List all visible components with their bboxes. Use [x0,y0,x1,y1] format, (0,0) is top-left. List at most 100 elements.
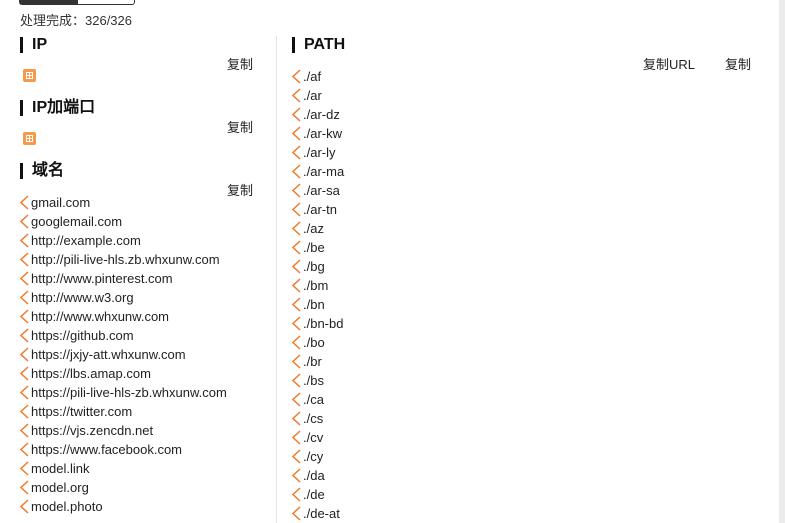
list-item[interactable]: https://lbs.amap.com [19,364,227,383]
chevron-left-icon [291,354,303,369]
chevron-left-icon [291,411,303,426]
chevron-left-icon [19,442,31,457]
list-item[interactable]: ./ar-tn [291,200,344,219]
chevron-left-icon [291,278,303,293]
list-item-label: ./be [303,240,325,255]
list-item-label: ./cs [303,411,324,426]
list-item[interactable]: ./bm [291,276,344,295]
list-item-label: http://www.whxunw.com [31,309,169,324]
list-item[interactable]: https://vjs.zencdn.net [19,421,227,440]
list-item-label: ./bn-bd [303,316,344,331]
empty-data-icon [23,132,36,145]
chevron-left-icon [291,126,303,141]
chevron-left-icon [291,335,303,350]
copy-path-button[interactable]: 复制 [725,54,751,73]
list-item-label: ./bn [303,297,325,312]
list-item-label: ./cv [303,430,324,445]
list-item[interactable]: ./de [291,485,344,504]
list-item[interactable]: gmail.com [19,193,227,212]
list-item[interactable]: ./cs [291,409,344,428]
list-item[interactable]: ./ar-kw [291,124,344,143]
chevron-left-icon [19,290,31,305]
list-item-label: ./af [303,69,322,84]
list-item[interactable]: ./bn [291,295,344,314]
section-title-ip: IP [20,37,47,53]
list-item[interactable]: ./ar-ly [291,143,344,162]
list-item-label: googlemail.com [31,214,123,229]
list-item-label: ./az [303,221,324,236]
chevron-left-icon [291,221,303,236]
tab-indicator [19,0,135,5]
processing-status: 处理完成：326/326 [20,13,132,28]
list-item[interactable]: ./de-at [291,504,344,523]
list-item[interactable]: ./ar-ma [291,162,344,181]
list-item[interactable]: ./da [291,466,344,485]
list-item[interactable]: ./be [291,238,344,257]
list-item[interactable]: http://example.com [19,231,227,250]
chevron-left-icon [19,233,31,248]
empty-data-icon [23,69,36,82]
list-item-label: https://lbs.amap.com [31,366,151,381]
list-item[interactable]: ./br [291,352,344,371]
chevron-left-icon [291,145,303,160]
section-title-ip-port: IP加端口 [20,100,95,116]
list-item-label: https://github.com [31,328,134,343]
list-item-label: ./ca [303,392,324,407]
list-item-label: https://www.facebook.com [31,442,183,457]
list-item[interactable]: model.org [19,478,227,497]
list-item[interactable]: model.photo [19,497,227,516]
chevron-left-icon [291,88,303,103]
list-item[interactable]: ./ar [291,86,344,105]
copy-ip-button[interactable]: 复制 [227,54,253,73]
list-item[interactable]: ./af [291,67,344,86]
list-item-label: ./ar-kw [303,126,342,141]
list-item[interactable]: ./cy [291,447,344,466]
list-item[interactable]: ./ar-sa [291,181,344,200]
list-item-label: model.photo [31,499,103,514]
list-item[interactable]: ./bs [291,371,344,390]
list-item[interactable]: model.link [19,459,227,478]
copy-ip-port-button[interactable]: 复制 [227,117,253,136]
list-item[interactable]: ./bg [291,257,344,276]
list-item[interactable]: googlemail.com [19,212,227,231]
section-title-path: PATH [292,37,345,53]
chevron-left-icon [291,506,303,521]
chevron-left-icon [19,480,31,495]
chevron-left-icon [291,240,303,255]
list-item[interactable]: ./bn-bd [291,314,344,333]
list-item[interactable]: https://github.com [19,326,227,345]
list-item[interactable]: http://www.pinterest.com [19,269,227,288]
list-item[interactable]: http://pili-live-hls.zb.whxunw.com [19,250,227,269]
list-item[interactable]: https://twitter.com [19,402,227,421]
list-item[interactable]: ./bo [291,333,344,352]
list-item-label: ./br [303,354,322,369]
chevron-left-icon [19,309,31,324]
page-scrollbar[interactable] [779,0,785,523]
list-item[interactable]: https://www.facebook.com [19,440,227,459]
chevron-left-icon [19,499,31,514]
column-divider [276,36,277,523]
list-item[interactable]: ./az [291,219,344,238]
chevron-left-icon [291,487,303,502]
list-item[interactable]: https://pili-live-hls-zb.whxunw.com [19,383,227,402]
chevron-left-icon [19,271,31,286]
list-item[interactable]: https://jxjy-att.whxunw.com [19,345,227,364]
chevron-left-icon [19,195,31,210]
list-item-label: ./ar-sa [303,183,340,198]
list-item[interactable]: http://www.whxunw.com [19,307,227,326]
list-item[interactable]: ./ar-dz [291,105,344,124]
chevron-left-icon [291,392,303,407]
list-item-label: http://www.pinterest.com [31,271,173,286]
list-item-label: ./ar-dz [303,107,340,122]
list-item-label: ./de-at [303,506,340,521]
copy-url-button[interactable]: 复制URL [643,54,695,73]
copy-domain-button[interactable]: 复制 [227,180,253,199]
list-item-label: ./ar-ly [303,145,336,160]
list-item[interactable]: http://www.w3.org [19,288,227,307]
list-item[interactable]: ./ca [291,390,344,409]
list-item-label: ./bs [303,373,324,388]
chevron-left-icon [291,183,303,198]
list-item-label: ./de [303,487,325,502]
list-item[interactable]: ./cv [291,428,344,447]
chevron-left-icon [19,252,31,267]
